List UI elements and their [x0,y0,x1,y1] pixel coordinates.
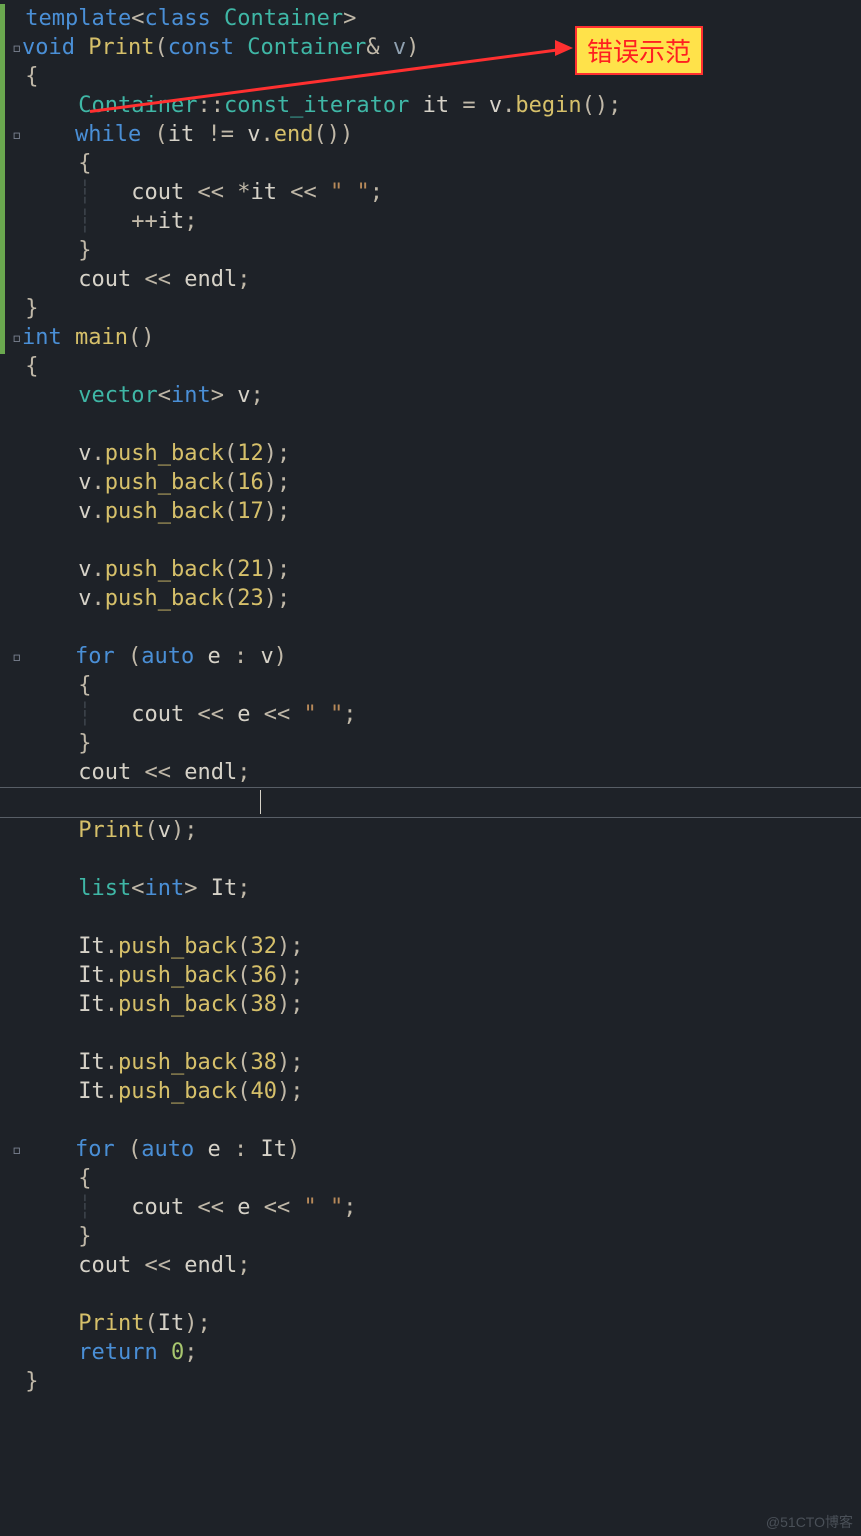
annotation-label: 错误示范 [575,26,703,75]
code-content[interactable]: template<class Container> ▫void Print(co… [12,0,621,1396]
annotation-arrow-head [555,40,573,56]
watermark: @51CTO博客 [766,1512,853,1532]
code-editor[interactable]: template<class Container> ▫void Print(co… [0,0,861,1536]
change-marker [0,4,5,354]
